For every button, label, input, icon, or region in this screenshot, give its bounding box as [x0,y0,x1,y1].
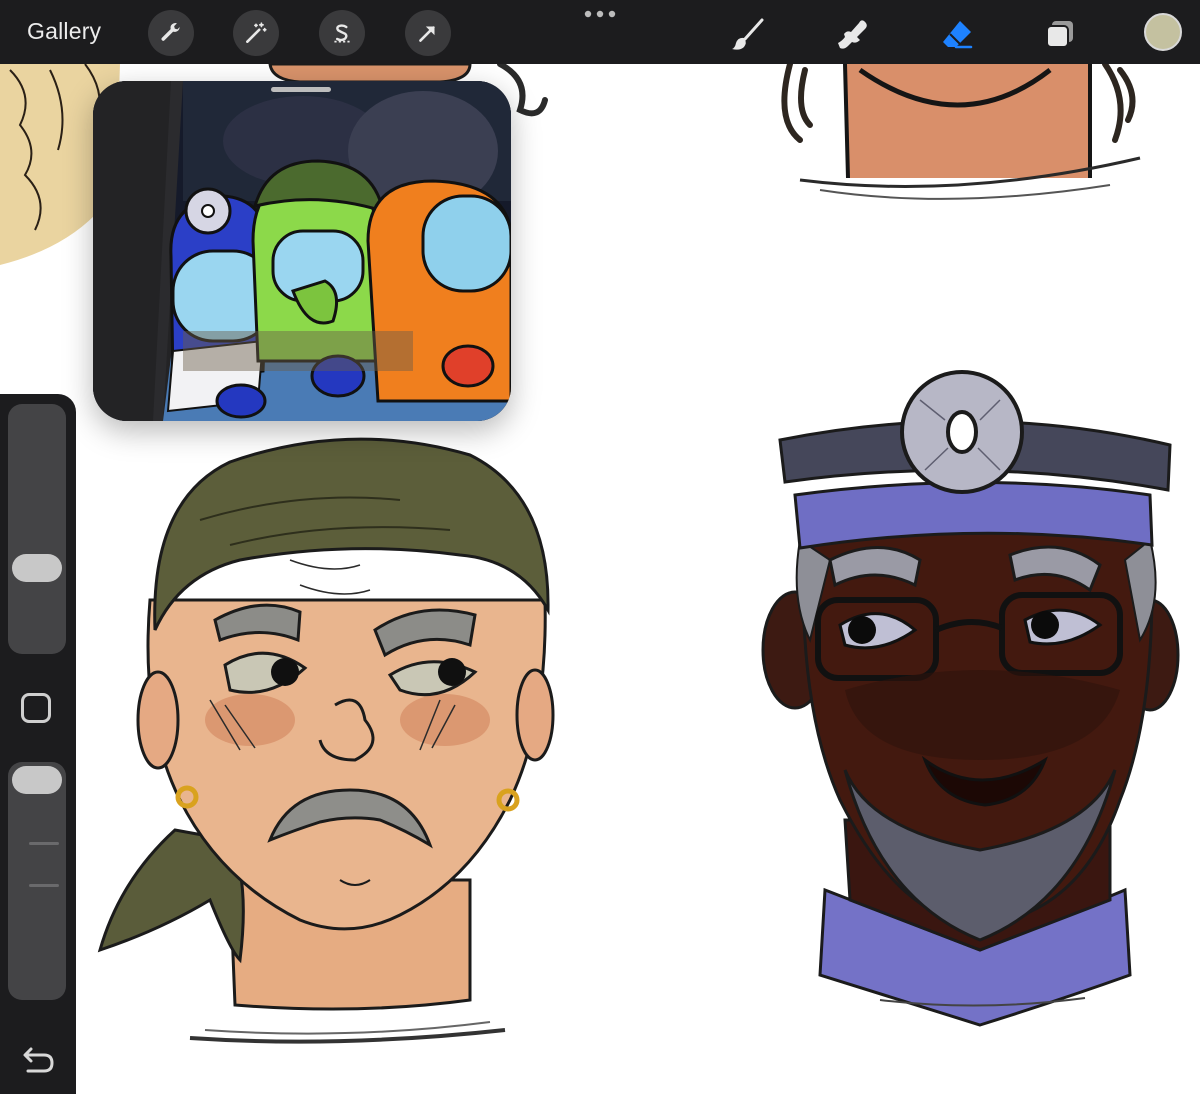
smudge-tool-button[interactable] [833,14,873,54]
wrench-icon [161,22,181,41]
modify-button[interactable] [21,693,51,723]
selection-s-icon [334,24,350,43]
layers-button[interactable] [1040,14,1080,54]
opacity-thumb[interactable] [12,766,62,794]
opacity-slider[interactable] [8,762,66,1000]
smudge-icon [838,20,867,49]
magic-wand-icon [246,22,267,43]
opacity-tick [29,842,59,845]
reference-window[interactable] [93,81,511,421]
brush-size-thumb[interactable] [12,553,62,582]
gallery-button[interactable]: Gallery [27,18,101,45]
transform-button[interactable] [405,10,451,56]
reference-drag-handle[interactable] [271,87,331,92]
more-options-icon[interactable] [583,8,617,20]
reference-image [93,81,511,421]
top-toolbar: Gallery [0,0,1200,64]
brush-icon [732,18,764,50]
opacity-tick [29,884,59,887]
actions-button[interactable] [148,10,194,56]
brush-size-slider[interactable] [8,404,66,654]
left-sidebar [0,394,76,1094]
undo-icon[interactable] [18,1045,58,1075]
selection-button[interactable] [319,10,365,56]
current-color-swatch[interactable] [1144,13,1182,51]
brush-tool-button[interactable] [728,14,768,54]
eraser-tool-button[interactable] [937,14,977,54]
partial-head-sketch [268,62,472,84]
layers-icon [1046,21,1073,48]
eraser-icon [943,21,973,49]
arrow-transform-icon [419,26,435,42]
adjustments-button[interactable] [233,10,279,56]
partial-character-top-right [781,61,1141,200]
character-doctor [761,370,1180,1027]
character-bandana-man [97,437,555,1044]
